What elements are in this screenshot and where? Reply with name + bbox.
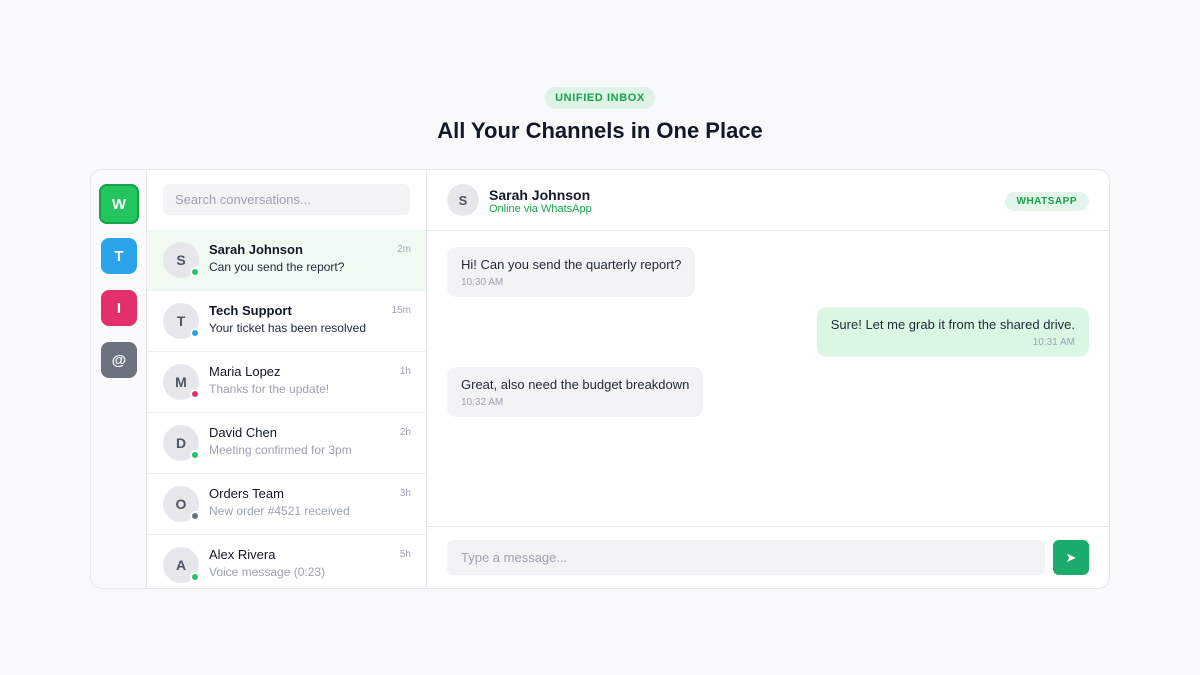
chat-panel: S Sarah Johnson Online via WhatsApp WHAT… [427, 170, 1109, 588]
conversation-preview: Can you send the report? [209, 260, 345, 274]
conversation-item[interactable]: O Orders Team 3h New order #4521 received [147, 474, 426, 535]
avatar-initial: M [175, 374, 187, 390]
conversation-time: 2h [399, 427, 411, 438]
conversation-preview: Thanks for the update! [209, 382, 330, 396]
avatar: T [163, 303, 200, 339]
channel-badge: WHATSAPP [1004, 192, 1089, 211]
send-button[interactable]: ➤ [1053, 540, 1089, 575]
message-time: 10:31 AM [1032, 337, 1075, 348]
search-input[interactable] [163, 184, 410, 215]
avatar: D [163, 425, 200, 461]
avatar: A [163, 547, 200, 583]
avatar: M [163, 364, 200, 400]
conversation-time: 15m [391, 305, 411, 316]
message-text: Sure! Let me grab it from the shared dri… [830, 317, 1075, 332]
composer: ➤ [427, 526, 1109, 588]
incoming-message: Great, also need the budget breakdown 10:… [447, 367, 704, 417]
channel-status-dot [190, 389, 200, 399]
conversation-name: Maria Lopez [209, 364, 281, 379]
channel-email-button[interactable]: @ [101, 342, 137, 378]
conversation-name: Tech Support [209, 303, 292, 318]
conversation-preview: Meeting confirmed for 3pm [209, 443, 352, 457]
conversation-preview: New order #4521 received [209, 504, 350, 518]
message-input[interactable] [447, 540, 1045, 575]
message-text: Great, also need the budget breakdown [461, 377, 690, 392]
conversation-list: S Sarah Johnson 2m Can you send the report?… [147, 170, 427, 588]
avatar-initial: T [176, 313, 186, 329]
channel-telegram-button[interactable]: T [101, 238, 137, 274]
conversation-preview: Your ticket has been resolved [209, 321, 366, 335]
send-icon: ➤ [1065, 549, 1077, 565]
conversation-time: 1h [399, 366, 411, 377]
conversation-item[interactable]: D David Chen 2h Meeting confirmed for 3pm [147, 413, 426, 474]
channel-rail: W T I @ [91, 170, 147, 588]
avatar-initial: A [175, 557, 187, 573]
conversation-item[interactable]: M Maria Lopez 1h Thanks for the update! [147, 352, 426, 413]
conversation-name: Orders Team [209, 486, 284, 501]
conversation-item[interactable]: A Alex Rivera 5h Voice message (0:23) [147, 535, 426, 588]
channel-status-dot [190, 572, 200, 582]
conversation-preview: Voice message (0:23) [209, 565, 326, 579]
outgoing-message: Sure! Let me grab it from the shared dri… [816, 307, 1089, 357]
avatar: S [447, 184, 479, 216]
channel-instagram-button[interactable]: I [101, 290, 137, 326]
inbox-app: WTI@ SSarah Johnson2mCan you send the re… [90, 169, 1110, 589]
message-time: 10:32 AM [461, 397, 504, 408]
chat-header: S Sarah Johnson Online via WhatsApp WHAT… [427, 170, 1109, 231]
conversation-name: Sarah Johnson [209, 242, 303, 257]
conversation-time: 2m [397, 244, 411, 255]
conversation-time: 3h [399, 488, 411, 499]
incoming-message: Hi! Can you send the quarterly report? 10… [447, 247, 696, 297]
channel-status-dot [190, 511, 200, 521]
contact-status: Online via WhatsApp [489, 203, 592, 215]
channel-status-dot [190, 450, 200, 460]
avatar-initial: D [175, 435, 187, 451]
channel-status-dot [190, 267, 200, 277]
avatar: S [163, 242, 200, 278]
avatar-initial: O [175, 496, 187, 512]
contact-name: Sarah Johnson [489, 187, 591, 203]
message-time: 10:30 AM [461, 277, 504, 288]
conversation-item[interactable]: S Sarah Johnson 2m Can you send the report? [147, 230, 426, 291]
conversation-name: David Chen [209, 425, 277, 440]
message-text: Hi! Can you send the quarterly report? [461, 257, 682, 272]
channel-whatsapp-button[interactable]: W [99, 184, 139, 224]
conversation-time: 5h [399, 549, 411, 560]
avatar-initial: S [176, 252, 186, 268]
conversation-item[interactable]: T Tech Support 15m Your ticket has been res… [147, 291, 426, 352]
avatar: O [163, 486, 200, 522]
section-eyebrow: UNIFIED INBOX [545, 87, 655, 109]
page-title: All Your Channels in One Place [437, 118, 763, 143]
channel-status-dot [190, 328, 200, 338]
conversation-name: Alex Rivera [209, 547, 276, 562]
